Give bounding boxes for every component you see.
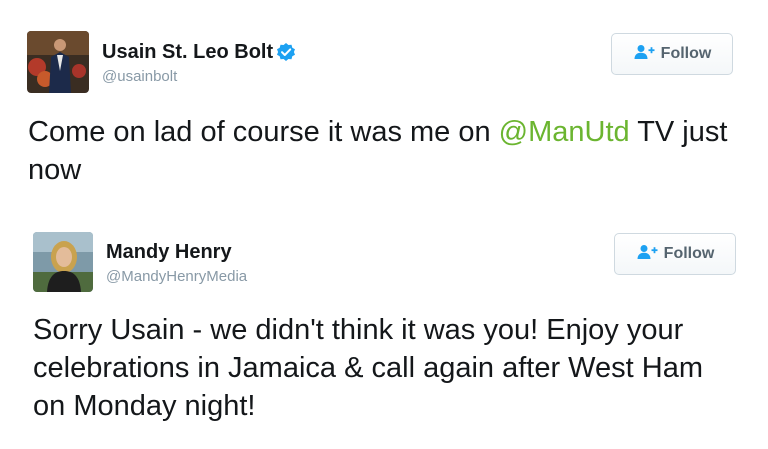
tweet-mandy-henry: Mandy Henry @MandyHenryMedia Follow Sorr…: [0, 215, 768, 449]
tweet-text-part: Come on lad of course it was me on: [28, 116, 499, 148]
tweet-usain-bolt: Usain St. Leo Bolt @usainbolt Follow Com…: [0, 0, 768, 210]
author-name[interactable]: Mandy Henry: [106, 240, 232, 264]
author-handle[interactable]: @MandyHenryMedia: [106, 268, 247, 286]
follow-button[interactable]: Follow: [614, 233, 736, 275]
verified-badge-icon: [276, 42, 296, 62]
tweet-text: Sorry Usain - we didn't think it was you…: [33, 314, 703, 422]
mention-link[interactable]: @ManUtd: [499, 116, 630, 148]
follow-label: Follow: [663, 245, 715, 262]
author-name[interactable]: Usain St. Leo Bolt: [102, 40, 273, 64]
avatar-mandy-henry[interactable]: [33, 232, 93, 292]
add-user-icon: [633, 44, 655, 65]
author-handle[interactable]: @usainbolt: [102, 68, 177, 86]
avatar-usain-bolt[interactable]: [27, 31, 89, 93]
follow-label: Follow: [660, 45, 712, 62]
follow-button[interactable]: Follow: [611, 33, 733, 75]
add-user-icon: [636, 244, 658, 265]
tweet-text: Come on lad of course it was me on @ManU…: [28, 113, 738, 189]
author-name-line: Usain St. Leo Bolt: [102, 40, 296, 64]
author-name-line: Mandy Henry: [106, 240, 232, 264]
